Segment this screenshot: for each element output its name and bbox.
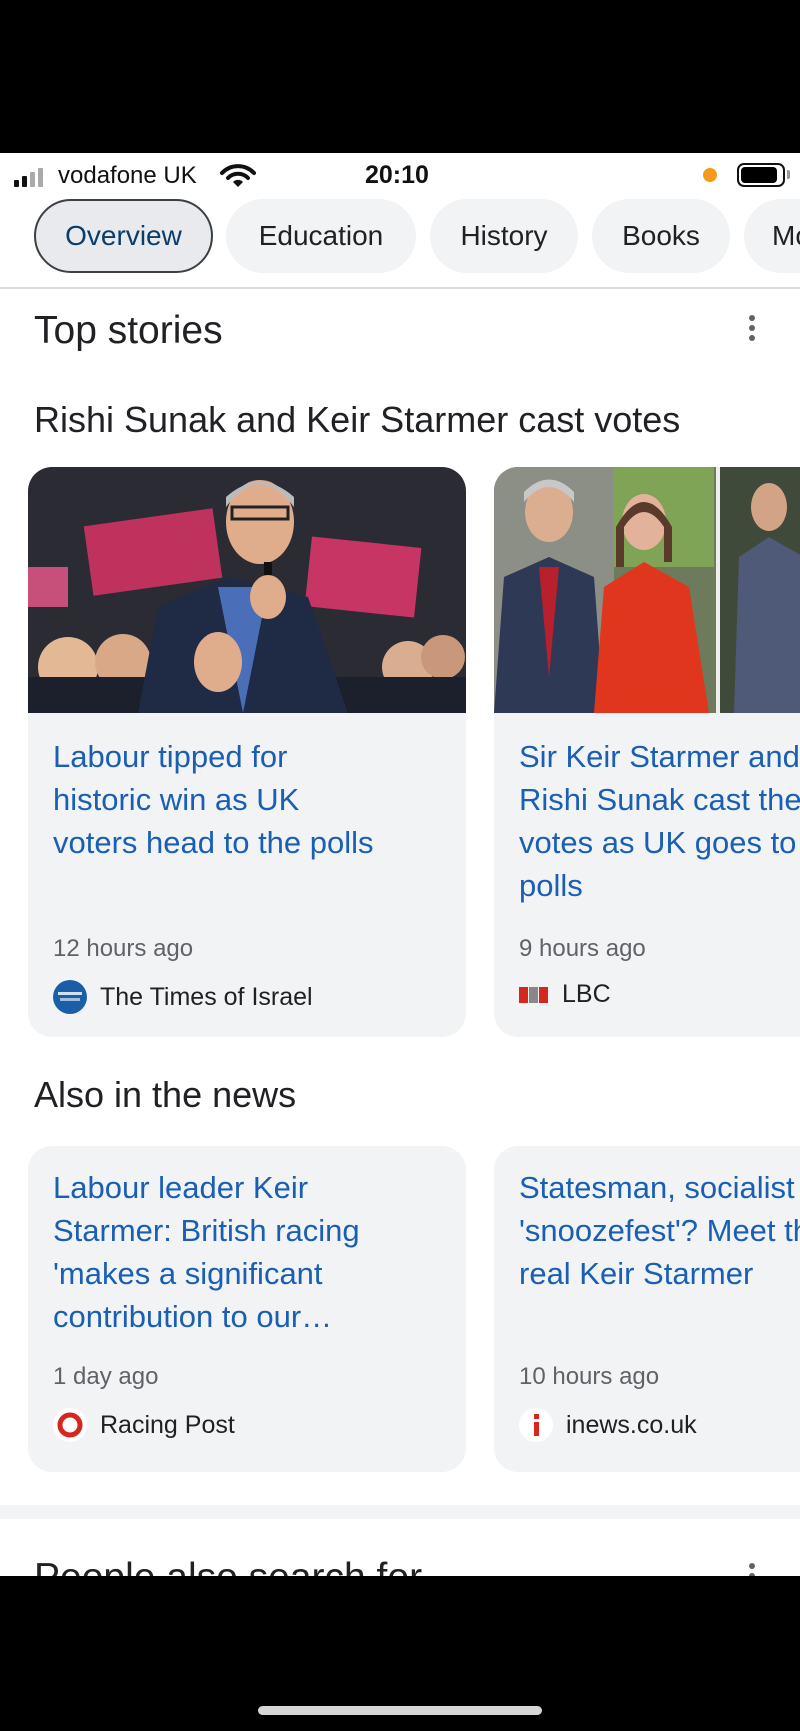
story-cluster-title: Rishi Sunak and Keir Starmer cast votes xyxy=(34,399,681,440)
news-source[interactable]: Racing Post xyxy=(53,1408,235,1442)
tab-overview[interactable]: Overview xyxy=(34,199,213,273)
news-time: 10 hours ago xyxy=(519,1363,660,1390)
headline-line: Labour leader Keir xyxy=(53,1170,309,1205)
headline-line: Statesman, socialist or xyxy=(519,1170,800,1205)
lbc-logo-icon xyxy=(519,985,549,1005)
people-also-search-title: People also search for xyxy=(34,1556,422,1576)
more-options-icon[interactable] xyxy=(748,1563,756,1576)
headline-line: contribution to our… xyxy=(53,1299,333,1334)
tab-history[interactable]: History xyxy=(430,199,578,273)
topic-tabs: Overview Education History Books Mo xyxy=(0,199,800,289)
headline-line: Starmer: British racing xyxy=(53,1213,360,1248)
battery-icon xyxy=(737,163,785,187)
headline-line: real Keir Starmer xyxy=(519,1256,754,1291)
tab-more[interactable]: Mo xyxy=(744,199,800,273)
headline-line: historic win as UK xyxy=(53,782,300,817)
headline-line: votes as UK goes to the xyxy=(519,825,800,860)
inews-logo-icon xyxy=(519,1408,553,1442)
tab-label: Overview xyxy=(65,220,182,251)
source-name: LBC xyxy=(562,980,611,1008)
headline-line: Labour tipped for xyxy=(53,739,288,774)
wifi-icon xyxy=(220,164,256,187)
home-indicator[interactable] xyxy=(258,1706,542,1715)
story-card[interactable]: Labour tipped for historic win as UK vot… xyxy=(28,467,466,1037)
signal-strength-icon xyxy=(14,167,50,187)
racing-post-logo-icon xyxy=(53,1408,87,1442)
news-time: 1 day ago xyxy=(53,1363,159,1390)
story-headline[interactable]: Sir Keir Starmer and Rishi Sunak cast th… xyxy=(519,735,800,907)
carrier-name: vodafone UK xyxy=(58,162,197,189)
story-source[interactable]: LBC xyxy=(519,980,611,1009)
tab-label: History xyxy=(460,220,548,251)
tab-label: Mo xyxy=(772,220,800,251)
news-headline[interactable]: Labour leader Keir Starmer: British raci… xyxy=(53,1166,456,1338)
story-headline[interactable]: Labour tipped for historic win as UK vot… xyxy=(53,735,456,864)
headline-line: voters head to the polls xyxy=(53,825,374,860)
news-photo-starmer-speech xyxy=(28,467,466,713)
news-card[interactable]: Statesman, socialist or 'snoozefest'? Me… xyxy=(494,1146,800,1472)
headline-line: Rishi Sunak cast their xyxy=(519,782,800,817)
clock: 20:10 xyxy=(365,161,429,189)
tab-books[interactable]: Books xyxy=(592,199,730,273)
times-of-israel-logo-icon xyxy=(53,980,87,1014)
battery-tip xyxy=(787,170,790,179)
also-in-news-title: Also in the news xyxy=(34,1074,297,1115)
tab-label: Books xyxy=(622,220,700,251)
source-name: The Times of Israel xyxy=(100,982,313,1011)
headline-line: 'snoozefest'? Meet the xyxy=(519,1213,800,1248)
headline-line: Sir Keir Starmer and xyxy=(519,739,800,774)
status-bar: vodafone UK 20:10 xyxy=(0,153,800,199)
news-card[interactable]: Labour leader Keir Starmer: British raci… xyxy=(28,1146,466,1472)
tabs-divider xyxy=(0,287,800,289)
story-card[interactable]: Sir Keir Starmer and Rishi Sunak cast th… xyxy=(494,467,800,1037)
headline-line: 'makes a significant xyxy=(53,1256,323,1291)
story-time: 12 hours ago xyxy=(53,935,194,962)
news-headline[interactable]: Statesman, socialist or 'snoozefest'? Me… xyxy=(519,1166,800,1295)
tab-education[interactable]: Education xyxy=(226,199,416,273)
story-time: 9 hours ago xyxy=(519,935,646,962)
phone-screen: vodafone UK 20:10 Overview Education His… xyxy=(0,153,800,1576)
source-name: Racing Post xyxy=(100,1410,235,1439)
news-photo-starmer-voting xyxy=(494,467,800,713)
headline-line: polls xyxy=(519,868,583,903)
more-options-icon[interactable] xyxy=(748,315,756,345)
privacy-indicator-dot xyxy=(703,168,717,182)
news-source[interactable]: inews.co.uk xyxy=(519,1408,697,1442)
section-separator xyxy=(0,1505,800,1519)
top-stories-title: Top stories xyxy=(34,309,223,352)
source-name: inews.co.uk xyxy=(566,1410,697,1439)
tab-label: Education xyxy=(258,220,384,251)
story-source[interactable]: The Times of Israel xyxy=(53,980,313,1014)
